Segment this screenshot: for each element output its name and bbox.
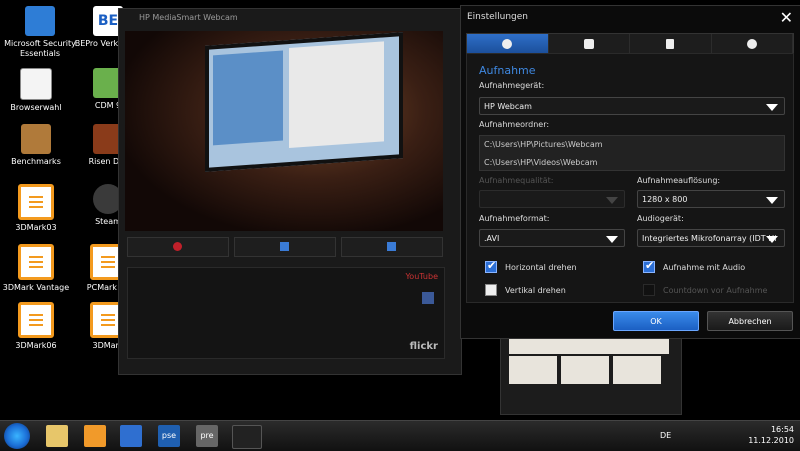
desktop-icon-label: Benchmarks — [11, 157, 61, 166]
chevron-down-icon — [606, 197, 618, 204]
countdown-checkbox[interactable] — [643, 284, 655, 296]
pse-icon[interactable]: pse — [158, 425, 180, 447]
audio-label: Audiogerät: — [637, 214, 684, 223]
document-icon — [20, 68, 52, 100]
webcam-icon — [502, 39, 513, 49]
clock-date: 11.12.2010 — [748, 436, 794, 445]
device-dropdown[interactable]: HP Webcam — [479, 97, 785, 115]
device-value: HP Webcam — [484, 102, 532, 111]
folder-label: Aufnahmeordner: — [479, 120, 550, 129]
shield-icon — [25, 6, 55, 36]
close-icon[interactable]: ✕ — [780, 8, 793, 27]
gallery-button[interactable] — [341, 237, 443, 257]
folder-icon — [21, 124, 51, 154]
desktop-icon-label: Browserwahl — [10, 103, 62, 112]
quality-label: Aufnahmequalität: — [479, 176, 554, 185]
resolution-value: 1280 x 800 — [642, 195, 688, 204]
settings-panel: Aufnahme Aufnahmegerät: HP Webcam Aufnah… — [466, 53, 794, 303]
desktop-icon-label: Microsoft Security Essentials — [4, 39, 76, 58]
audio-capture-label: Aufnahme mit Audio — [663, 263, 746, 272]
audio-dropdown[interactable]: Integriertes Mikrofonarray (IDT Hi — [637, 229, 785, 247]
settings-dialog: Einstellungen ✕ Aufnahme Aufnahmegerät: … — [460, 5, 800, 339]
facebook-icon[interactable] — [422, 292, 434, 304]
chevron-down-icon — [766, 197, 778, 204]
webcam-window: HP MediaSmart Webcam YouTube flickr — [118, 8, 462, 375]
desktop-icon-label: 3DMark06 — [15, 341, 57, 350]
start-button[interactable] — [4, 423, 30, 449]
cancel-button[interactable]: Abbrechen — [707, 311, 793, 331]
effect-thumbnail[interactable] — [509, 356, 557, 384]
format-dropdown[interactable]: .AVI — [479, 229, 625, 247]
3dmark-icon — [18, 184, 54, 220]
vertical-checkbox[interactable] — [485, 284, 497, 296]
tools-icon — [666, 39, 675, 49]
horizontal-label: Horizontal drehen — [505, 263, 577, 272]
clock[interactable]: 16:54 11.12.2010 — [748, 424, 794, 446]
record-icon — [173, 242, 182, 251]
desktop-icon-3dmark03[interactable]: 3DMark03 — [0, 184, 72, 233]
settings-tabs — [466, 33, 794, 55]
snapshot-button[interactable] — [234, 237, 336, 257]
webcam-window-title: HP MediaSmart Webcam — [139, 13, 238, 22]
desktop-icon-label: 3DMark Vantage — [2, 283, 70, 292]
youtube-label[interactable]: YouTube — [405, 272, 438, 281]
resolution-label: Aufnahmeauflösung: — [637, 176, 721, 185]
desktop-icon-browserwahl[interactable]: Browserwahl — [0, 68, 72, 113]
clock-time: 16:54 — [770, 425, 794, 434]
desktop-icon-3dmark06[interactable]: 3DMark06 — [0, 302, 72, 351]
desktop-icon-benchmarks[interactable]: Benchmarks — [0, 124, 72, 167]
folder-item[interactable]: C:\Users\HP\Pictures\Webcam — [480, 136, 784, 154]
tab-camera[interactable] — [549, 34, 630, 54]
vertical-label: Vertikal drehen — [505, 286, 566, 295]
audio-value: Integriertes Mikrofonarray (IDT Hi — [642, 234, 777, 243]
chevron-down-icon — [766, 236, 778, 243]
format-value: .AVI — [484, 234, 500, 243]
flickr-label[interactable]: flickr — [410, 341, 438, 352]
horizontal-checkbox[interactable] — [485, 259, 497, 273]
camera-icon — [280, 242, 289, 251]
folder-list: C:\Users\HP\Pictures\Webcam C:\Users\HP\… — [479, 135, 785, 171]
checkmark-app-icon[interactable] — [120, 425, 142, 447]
laptop-screen-image — [205, 32, 403, 172]
explorer-icon[interactable] — [46, 425, 68, 447]
quality-dropdown[interactable] — [479, 190, 625, 208]
webcam-preview — [125, 31, 443, 231]
camera-icon — [583, 39, 594, 49]
ok-button[interactable]: OK — [613, 311, 699, 331]
section-title: Aufnahme — [479, 64, 536, 77]
effect-thumbnail[interactable] — [613, 356, 661, 384]
countdown-label: Countdown vor Aufnahme — [663, 286, 768, 295]
3dmark-icon — [18, 302, 54, 338]
taskbar: pse pre DE 16:54 11.12.2010 — [0, 420, 800, 451]
folder-item[interactable]: C:\Users\HP\Videos\Webcam — [480, 154, 784, 172]
desktop-icon-3dmark-vantage[interactable]: 3DMark Vantage — [0, 244, 72, 293]
tab-webcam[interactable] — [467, 34, 549, 54]
pre-icon[interactable]: pre — [196, 425, 218, 447]
language-indicator[interactable]: DE — [660, 431, 671, 440]
gallery-icon — [387, 242, 396, 251]
desktop-icon-label: 3DMark03 — [15, 223, 57, 232]
resolution-dropdown[interactable]: 1280 x 800 — [637, 190, 785, 208]
desktop-icon-security-essentials[interactable]: Microsoft Security Essentials — [4, 6, 76, 59]
chevron-down-icon — [766, 104, 778, 111]
3dmark-icon — [18, 244, 54, 280]
effect-thumbnail[interactable] — [561, 356, 609, 384]
tab-tools[interactable] — [630, 34, 712, 54]
media-player-icon[interactable] — [84, 425, 106, 447]
clock-icon — [746, 39, 757, 49]
settings-title: Einstellungen — [467, 12, 529, 22]
audio-capture-checkbox[interactable] — [643, 259, 655, 273]
chevron-down-icon — [606, 236, 618, 243]
device-label: Aufnahmegerät: — [479, 81, 545, 90]
record-button[interactable] — [127, 237, 229, 257]
media-strip: YouTube flickr — [127, 267, 445, 359]
format-label: Aufnahmeformat: — [479, 214, 550, 223]
tab-clock[interactable] — [712, 34, 793, 54]
webcam-app-icon[interactable] — [232, 425, 262, 449]
